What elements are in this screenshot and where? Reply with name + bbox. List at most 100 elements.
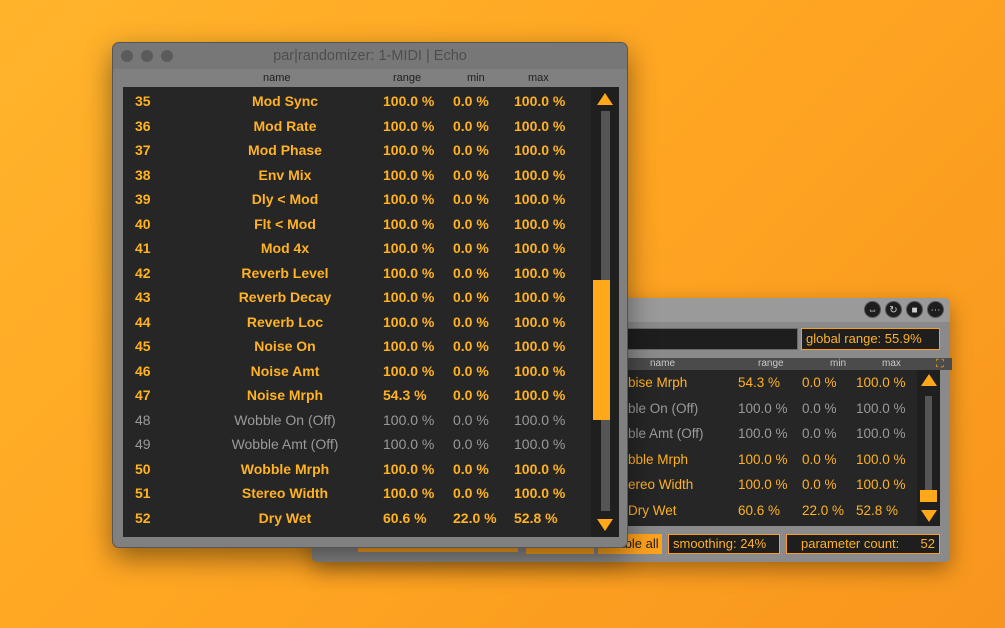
range-value[interactable]: 54.3 %	[383, 383, 427, 408]
back-max-value[interactable]: 52.8 %	[856, 498, 898, 524]
range-value[interactable]: 60.6 %	[383, 506, 427, 531]
scroll-thumb[interactable]	[593, 280, 610, 420]
back-min-value[interactable]: 22.0 %	[802, 498, 844, 524]
expand-icon[interactable]: ⛶	[936, 358, 944, 370]
back-range-value[interactable]: 100.0 %	[738, 421, 788, 447]
save-icon[interactable]: ■	[906, 301, 923, 318]
parameter-row[interactable]: 39 Dly < Mod 100.0 % 0.0 % 100.0 %	[123, 187, 591, 212]
min-value[interactable]: 0.0 %	[453, 359, 489, 384]
max-value[interactable]: 100.0 %	[514, 212, 565, 237]
parameter-row[interactable]: 48 Wobble On (Off) 100.0 % 0.0 % 100.0 %	[123, 408, 591, 433]
range-value[interactable]: 100.0 %	[383, 408, 434, 433]
range-value[interactable]: 100.0 %	[383, 163, 434, 188]
range-value[interactable]: 100.0 %	[383, 310, 434, 335]
max-value[interactable]: 100.0 %	[514, 138, 565, 163]
range-value[interactable]: 100.0 %	[383, 89, 434, 114]
back-parameter-row[interactable]: bble Mrph 100.0 % 0.0 % 100.0 %	[626, 447, 918, 473]
max-value[interactable]: 100.0 %	[514, 187, 565, 212]
device-text-field[interactable]	[626, 328, 798, 350]
max-value[interactable]: 100.0 %	[514, 432, 565, 457]
min-value[interactable]: 0.0 %	[453, 163, 489, 188]
min-value[interactable]: 0.0 %	[453, 457, 489, 482]
parameter-row[interactable]: 45 Noise On 100.0 % 0.0 % 100.0 %	[123, 334, 591, 359]
max-value[interactable]: 100.0 %	[514, 114, 565, 139]
range-value[interactable]: 100.0 %	[383, 457, 434, 482]
min-value[interactable]: 0.0 %	[453, 114, 489, 139]
max-value[interactable]: 100.0 %	[514, 236, 565, 261]
parameter-row[interactable]: 35 Mod Sync 100.0 % 0.0 % 100.0 %	[123, 89, 591, 114]
back-scroll-up-arrow[interactable]	[921, 374, 937, 386]
parameter-row[interactable]: 43 Reverb Decay 100.0 % 0.0 % 100.0 %	[123, 285, 591, 310]
parameter-row[interactable]: 49 Wobble Amt (Off) 100.0 % 0.0 % 100.0 %	[123, 432, 591, 457]
max-value[interactable]: 100.0 %	[514, 359, 565, 384]
min-value[interactable]: 0.0 %	[453, 187, 489, 212]
back-parameter-row[interactable]: ble Amt (Off) 100.0 % 0.0 % 100.0 %	[626, 421, 918, 447]
parameter-row[interactable]: 40 Flt < Mod 100.0 % 0.0 % 100.0 %	[123, 212, 591, 237]
max-value[interactable]: 100.0 %	[514, 481, 565, 506]
back-scroll-track[interactable]	[925, 396, 932, 496]
parameter-row[interactable]: 38 Env Mix 100.0 % 0.0 % 100.0 %	[123, 163, 591, 188]
max-value[interactable]: 100.0 %	[514, 310, 565, 335]
max-value[interactable]: 100.0 %	[514, 383, 565, 408]
back-scroll-thumb[interactable]	[920, 490, 937, 502]
max-value[interactable]: 52.8 %	[514, 506, 558, 531]
more-icon[interactable]: ⋯	[927, 301, 944, 318]
back-scrollbar[interactable]	[917, 370, 940, 526]
min-value[interactable]: 0.0 %	[453, 383, 489, 408]
back-range-value[interactable]: 100.0 %	[738, 472, 788, 498]
title-bar[interactable]: par|randomizer: 1-MIDI | Echo	[113, 43, 627, 69]
scroll-down-arrow[interactable]	[597, 519, 613, 531]
min-value[interactable]: 0.0 %	[453, 481, 489, 506]
range-value[interactable]: 100.0 %	[383, 138, 434, 163]
back-parameter-row[interactable]: ble On (Off) 100.0 % 0.0 % 100.0 %	[626, 396, 918, 422]
scroll-up-arrow[interactable]	[597, 93, 613, 105]
max-value[interactable]: 100.0 %	[514, 89, 565, 114]
parameter-row[interactable]: 51 Stereo Width 100.0 % 0.0 % 100.0 %	[123, 481, 591, 506]
back-max-value[interactable]: 100.0 %	[856, 370, 906, 396]
parameter-row[interactable]: 42 Reverb Level 100.0 % 0.0 % 100.0 %	[123, 261, 591, 286]
back-range-value[interactable]: 54.3 %	[738, 370, 780, 396]
range-value[interactable]: 100.0 %	[383, 236, 434, 261]
min-value[interactable]: 0.0 %	[453, 138, 489, 163]
max-value[interactable]: 100.0 %	[514, 285, 565, 310]
min-value[interactable]: 0.0 %	[453, 236, 489, 261]
smoothing-number[interactable]: smoothing: 24%	[668, 534, 780, 554]
max-value[interactable]: 100.0 %	[514, 163, 565, 188]
parameter-row[interactable]: 47 Noise Mrph 54.3 % 0.0 % 100.0 %	[123, 383, 591, 408]
parameter-row[interactable]: 41 Mod 4x 100.0 % 0.0 % 100.0 %	[123, 236, 591, 261]
parameter-row[interactable]: 44 Reverb Loc 100.0 % 0.0 % 100.0 %	[123, 310, 591, 335]
parameter-row[interactable]: 36 Mod Rate 100.0 % 0.0 % 100.0 %	[123, 114, 591, 139]
back-max-value[interactable]: 100.0 %	[856, 421, 906, 447]
parameter-row[interactable]: 46 Noise Amt 100.0 % 0.0 % 100.0 %	[123, 359, 591, 384]
back-min-value[interactable]: 0.0 %	[802, 472, 837, 498]
min-value[interactable]: 0.0 %	[453, 408, 489, 433]
range-value[interactable]: 100.0 %	[383, 212, 434, 237]
back-min-value[interactable]: 0.0 %	[802, 447, 837, 473]
range-value[interactable]: 100.0 %	[383, 481, 434, 506]
min-value[interactable]: 0.0 %	[453, 334, 489, 359]
back-parameter-row[interactable]: Dry Wet 60.6 % 22.0 % 52.8 %	[626, 498, 918, 524]
min-value[interactable]: 0.0 %	[453, 212, 489, 237]
range-value[interactable]: 100.0 %	[383, 359, 434, 384]
back-max-value[interactable]: 100.0 %	[856, 447, 906, 473]
min-value[interactable]: 0.0 %	[453, 432, 489, 457]
min-value[interactable]: 0.0 %	[453, 310, 489, 335]
range-value[interactable]: 100.0 %	[383, 285, 434, 310]
parameter-row[interactable]: 50 Wobble Mrph 100.0 % 0.0 % 100.0 %	[123, 457, 591, 482]
back-parameter-row[interactable]: ereo Width 100.0 % 0.0 % 100.0 %	[626, 472, 918, 498]
parameter-row[interactable]: 52 Dry Wet 60.6 % 22.0 % 52.8 %	[123, 506, 591, 531]
parameter-row[interactable]: 37 Mod Phase 100.0 % 0.0 % 100.0 %	[123, 138, 591, 163]
refresh-icon[interactable]: ↻	[885, 301, 902, 318]
back-min-value[interactable]: 0.0 %	[802, 370, 837, 396]
range-value[interactable]: 100.0 %	[383, 261, 434, 286]
back-max-value[interactable]: 100.0 %	[856, 472, 906, 498]
back-min-value[interactable]: 0.0 %	[802, 421, 837, 447]
back-range-value[interactable]: 60.6 %	[738, 498, 780, 524]
max-value[interactable]: 100.0 %	[514, 334, 565, 359]
back-parameter-row[interactable]: bise Mrph 54.3 % 0.0 % 100.0 %	[626, 370, 918, 396]
range-value[interactable]: 100.0 %	[383, 334, 434, 359]
min-value[interactable]: 22.0 %	[453, 506, 497, 531]
hot-swap-icon[interactable]: ⇔	[864, 301, 881, 318]
min-value[interactable]: 0.0 %	[453, 285, 489, 310]
global-range-dial[interactable]: global range: 55.9%	[801, 328, 940, 350]
